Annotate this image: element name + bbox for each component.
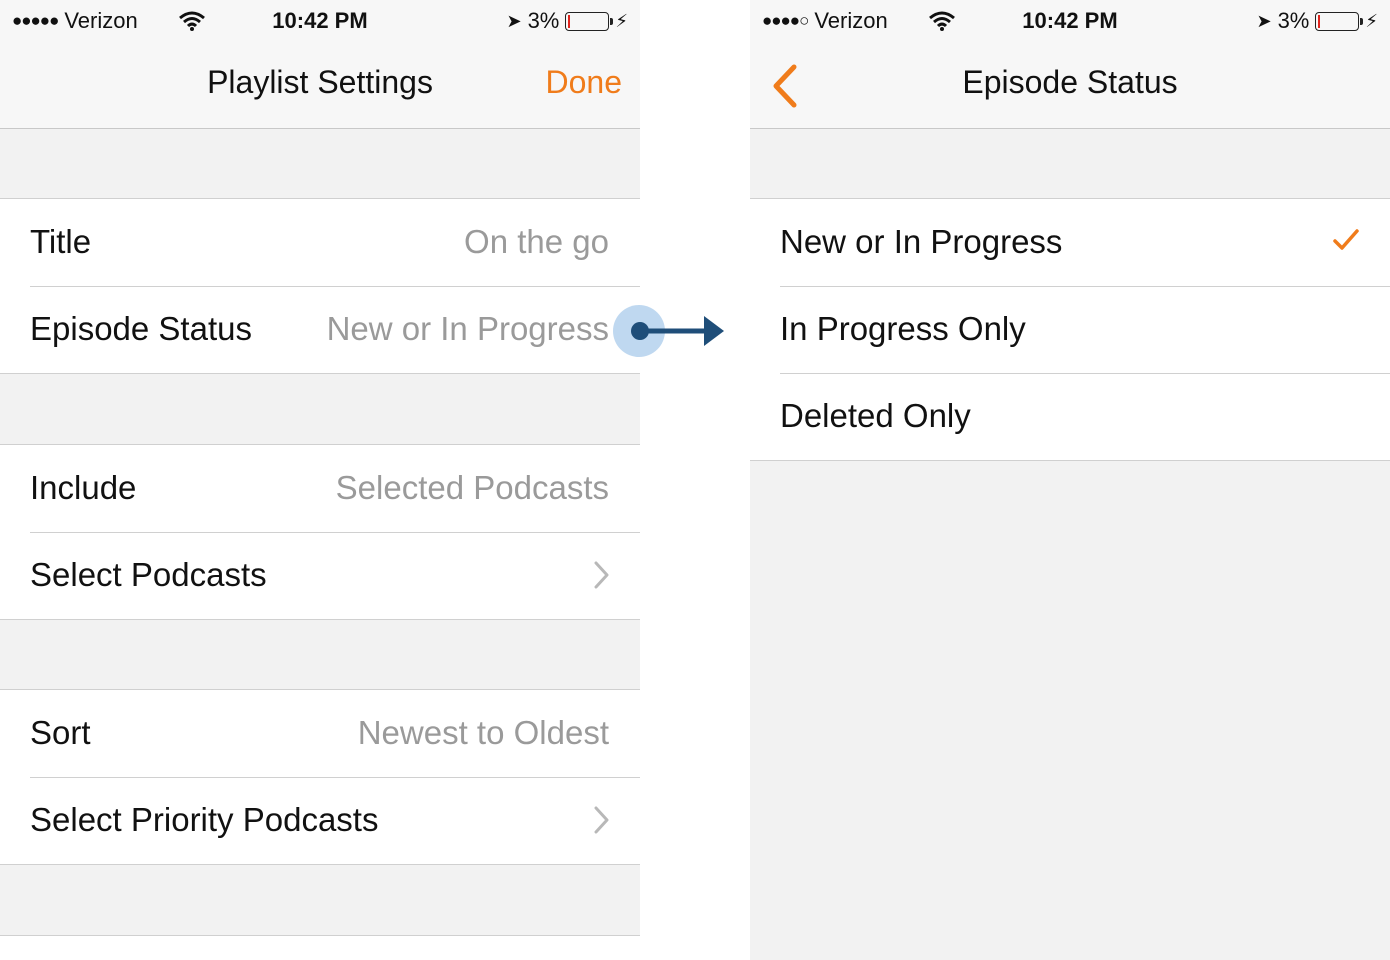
page-title: Playlist Settings (207, 64, 433, 100)
option-new-or-in-progress[interactable]: New or In Progress (750, 199, 1390, 286)
row-value: New or In Progress (326, 310, 609, 347)
option-deleted-only[interactable]: Deleted Only (750, 373, 1390, 460)
checkmark-icon (1333, 229, 1359, 250)
battery-percent: 3% (527, 8, 560, 33)
playlist-settings-screen: ●●●●● Verizon 10:42 PM ➤ 3% ⚡ Playlist Se… (0, 0, 640, 960)
row-label: Select Priority Podcasts (30, 801, 379, 838)
episode-status-row[interactable]: Episode Status New or In Progress (0, 286, 640, 373)
navigation-bar: Episode Status (750, 42, 1390, 129)
row-label: Sort (30, 714, 91, 751)
title-row[interactable]: Title On the go (0, 199, 640, 286)
settings-group-include: Include Selected Podcasts Select Podcast… (0, 444, 640, 620)
location-arrow-icon: ➤ (1256, 10, 1272, 31)
chevron-right-icon (594, 806, 609, 834)
location-arrow-icon: ➤ (506, 10, 522, 31)
row-value: On the go (464, 223, 609, 260)
settings-group-general: Title On the go Episode Status New or In… (0, 198, 640, 374)
row-label: Select Podcasts (30, 556, 267, 593)
transition-arrow-icon (631, 316, 724, 346)
option-label: Deleted Only (780, 397, 971, 434)
settings-group-sort: Sort Newest to Oldest Select Priority Po… (0, 689, 640, 865)
settings-group-more (0, 935, 640, 960)
row-label: Include (30, 469, 137, 506)
navigation-bar: Playlist Settings Done (0, 42, 640, 129)
sort-row[interactable]: Sort Newest to Oldest (0, 690, 640, 777)
episode-status-screen: ●●●●○ Verizon 10:42 PM ➤ 3% ⚡ Episode Sta… (750, 0, 1390, 960)
option-label: In Progress Only (780, 310, 1026, 347)
row-label: Title (30, 223, 92, 260)
row-value: Newest to Oldest (357, 714, 609, 751)
status-bar: ●●●●● Verizon 10:42 PM ➤ 3% ⚡ (0, 0, 640, 42)
battery-icon (565, 11, 614, 31)
charging-bolt-icon: ⚡ (615, 10, 628, 31)
episode-status-options: New or In Progress In Progress Only Dele… (750, 198, 1390, 461)
select-podcasts-row[interactable]: Select Podcasts (0, 532, 640, 619)
include-row[interactable]: Include Selected Podcasts (0, 445, 640, 532)
battery-icon (1315, 11, 1364, 31)
charging-bolt-icon: ⚡ (1365, 10, 1378, 31)
row-label: Episode Status (30, 310, 252, 347)
select-priority-podcasts-row[interactable]: Select Priority Podcasts (0, 777, 640, 864)
row-value: Selected Podcasts (335, 469, 609, 506)
page-title: Episode Status (962, 64, 1178, 100)
option-label: New or In Progress (780, 223, 1063, 260)
battery-percent: 3% (1277, 8, 1310, 33)
status-bar: ●●●●○ Verizon 10:42 PM ➤ 3% ⚡ (750, 0, 1390, 42)
done-button[interactable]: Done (546, 64, 623, 101)
chevron-right-icon (594, 561, 609, 589)
option-in-progress-only[interactable]: In Progress Only (750, 286, 1390, 373)
